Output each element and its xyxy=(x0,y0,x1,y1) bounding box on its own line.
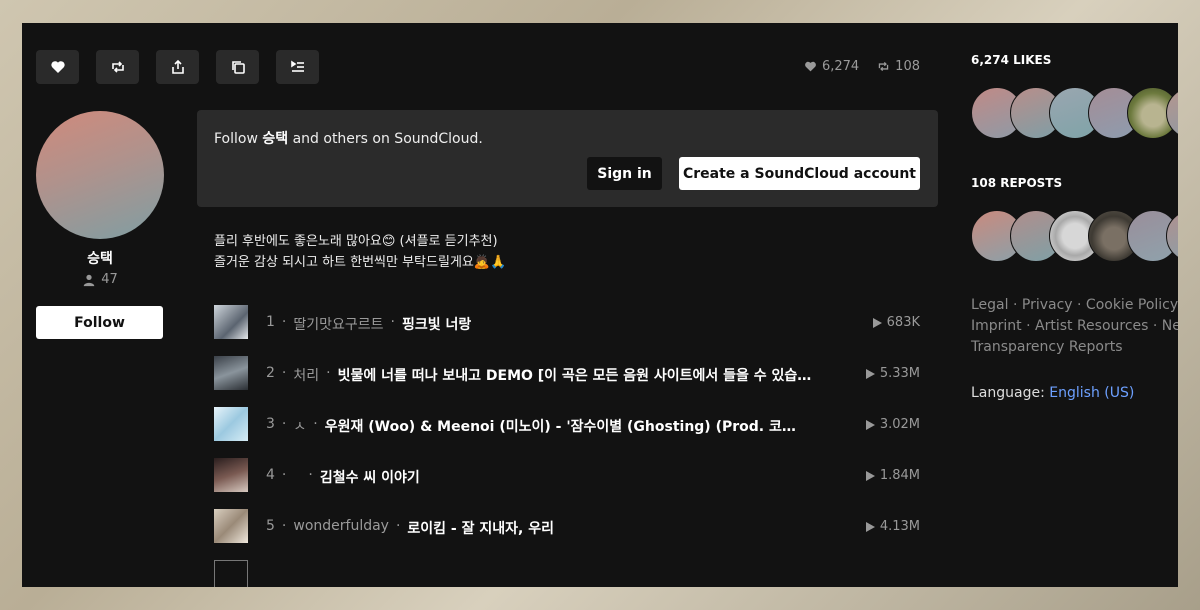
heart-icon xyxy=(805,61,816,72)
reposts-count: 108 xyxy=(895,59,920,74)
play-icon xyxy=(872,317,882,328)
repost-button[interactable] xyxy=(96,50,139,84)
track-title[interactable]: 빗물에 너를 떠나 보내고 DEMO [이 곡은 모든 음원 사이트에서 들을 … xyxy=(338,365,818,385)
track-artwork-placeholder xyxy=(214,560,248,587)
heart-icon xyxy=(50,61,65,73)
plays-value: 1.84M xyxy=(879,468,920,483)
follow-button[interactable]: Follow xyxy=(36,306,163,339)
soundcloud-playlist-page: 6,274 108 승택 47 Follow Follow 승택 and oth… xyxy=(22,23,1178,587)
plays-value: 683K xyxy=(886,315,920,330)
footer-line-2[interactable]: Imprint · Artist Resources · Ne xyxy=(971,316,1178,337)
reposts-heading[interactable]: 108 REPOSTS xyxy=(971,176,1062,190)
playlist-description: 플리 후반에도 좋은노래 많아요😊 (셔플로 듣기추천) 즐거운 감상 되시고 … xyxy=(214,231,506,273)
repost-icon xyxy=(111,61,124,73)
plays-value: 4.13M xyxy=(879,519,920,534)
track-number: 4 xyxy=(266,467,275,483)
track-artist[interactable]: 딸기맛요구르트 xyxy=(293,314,383,334)
like-button[interactable] xyxy=(36,50,79,84)
copy-icon xyxy=(231,61,245,74)
sign-in-button[interactable]: Sign in xyxy=(587,157,662,190)
likers-avatars xyxy=(971,87,1178,139)
play-icon xyxy=(865,368,875,379)
user-icon xyxy=(83,274,95,286)
track-row[interactable]: 4 · · 김철수 씨 이야기 1.84M xyxy=(214,458,920,509)
track-title[interactable]: 우원재 (Woo) & Meenoi (미노이) - '잠수이별 (Ghosti… xyxy=(325,416,805,436)
language-selector: Language: English (US) xyxy=(971,385,1134,401)
footer-line-1[interactable]: Legal · Privacy · Cookie Policy xyxy=(971,295,1178,316)
promo-prefix: Follow xyxy=(214,131,263,147)
reposters-avatars xyxy=(971,210,1178,262)
track-list: 1 · 딸기맛요구르트 · 핑크빛 너랑 683K 2 · 처리 · 빗물에 너를 떠나 보내고… xyxy=(214,305,920,587)
likes-heading[interactable]: 6,274 LIKES xyxy=(971,53,1051,67)
track-number: 2 xyxy=(266,365,275,381)
play-icon xyxy=(865,521,875,532)
description-line-1: 플리 후반에도 좋은노래 많아요😊 (셔플로 듣기추천) xyxy=(214,234,498,249)
track-plays: 3.02M xyxy=(865,417,920,432)
track-artwork[interactable] xyxy=(214,305,248,339)
create-account-button[interactable]: Create a SoundCloud account xyxy=(679,157,920,190)
language-link[interactable]: English (US) xyxy=(1049,385,1134,401)
play-icon xyxy=(865,419,875,430)
user-avatar[interactable] xyxy=(36,111,164,239)
track-artwork[interactable] xyxy=(214,509,248,543)
signup-promo: Follow 승택 and others on SoundCloud. Sign… xyxy=(197,110,938,207)
play-icon xyxy=(865,470,875,481)
promo-user[interactable]: 승택 xyxy=(262,131,288,147)
track-number: 5 xyxy=(266,518,275,534)
track-plays: 683K xyxy=(872,315,920,330)
track-plays: 5.33M xyxy=(865,366,920,381)
track-artwork[interactable] xyxy=(214,356,248,390)
plays-value: 5.33M xyxy=(879,366,920,381)
share-icon xyxy=(171,59,184,74)
footer-links: Legal · Privacy · Cookie Policy Imprint … xyxy=(971,295,1178,358)
track-artist[interactable] xyxy=(293,467,301,487)
followers-count[interactable]: 47 xyxy=(36,272,164,287)
likes-count: 6,274 xyxy=(821,59,860,74)
track-plays: 1.84M xyxy=(865,468,920,483)
followers-value: 47 xyxy=(101,272,118,287)
track-number: 3 xyxy=(266,416,275,432)
likes-stat[interactable]: 6,274 xyxy=(804,59,859,74)
track-row[interactable]: 2 · 처리 · 빗물에 너를 떠나 보내고 DEMO [이 곡은 모든 음원 사이트에… xyxy=(214,356,920,407)
queue-icon xyxy=(290,60,304,72)
promo-text: Follow 승택 and others on SoundCloud. xyxy=(214,128,483,148)
track-row[interactable]: 3 · ㅅ · 우원재 (Woo) & Meenoi (미노이) - '잠수이별 (Gh… xyxy=(214,407,920,458)
track-artist[interactable]: ㅅ xyxy=(293,416,306,436)
user-name[interactable]: 승택 xyxy=(36,248,164,268)
plays-value: 3.02M xyxy=(879,417,920,432)
copy-link-button[interactable] xyxy=(216,50,259,84)
track-plays: 4.13M xyxy=(865,519,920,534)
track-artwork[interactable] xyxy=(214,407,248,441)
add-to-queue-button[interactable] xyxy=(276,50,319,84)
track-row[interactable]: 1 · 딸기맛요구르트 · 핑크빛 너랑 683K xyxy=(214,305,920,356)
track-artist[interactable]: 처리 xyxy=(293,365,319,385)
repost-icon xyxy=(878,61,889,72)
track-title[interactable]: 김철수 씨 이야기 xyxy=(320,467,420,487)
track-title[interactable]: 로이킴 - 잘 지내자, 우리 xyxy=(407,518,554,538)
track-row-loading xyxy=(214,560,920,587)
track-number: 1 xyxy=(266,314,275,330)
reposts-stat[interactable]: 108 xyxy=(877,59,920,74)
track-row[interactable]: 5 · wonderfulday · 로이킴 - 잘 지내자, 우리 4.13M xyxy=(214,509,920,560)
track-title[interactable]: 핑크빛 너랑 xyxy=(402,314,471,334)
track-stats: 6,274 108 xyxy=(804,59,920,74)
description-line-2: 즐거운 감상 되시고 하트 한번씩만 부탁드릴게요🙇🙏 xyxy=(214,255,507,270)
share-button[interactable] xyxy=(156,50,199,84)
action-toolbar xyxy=(36,50,319,84)
track-artist[interactable]: wonderfulday xyxy=(293,518,389,538)
promo-suffix: and others on SoundCloud. xyxy=(288,131,483,147)
language-label: Language: xyxy=(971,385,1050,401)
footer-line-3[interactable]: Transparency Reports xyxy=(971,337,1178,358)
track-artwork[interactable] xyxy=(214,458,248,492)
